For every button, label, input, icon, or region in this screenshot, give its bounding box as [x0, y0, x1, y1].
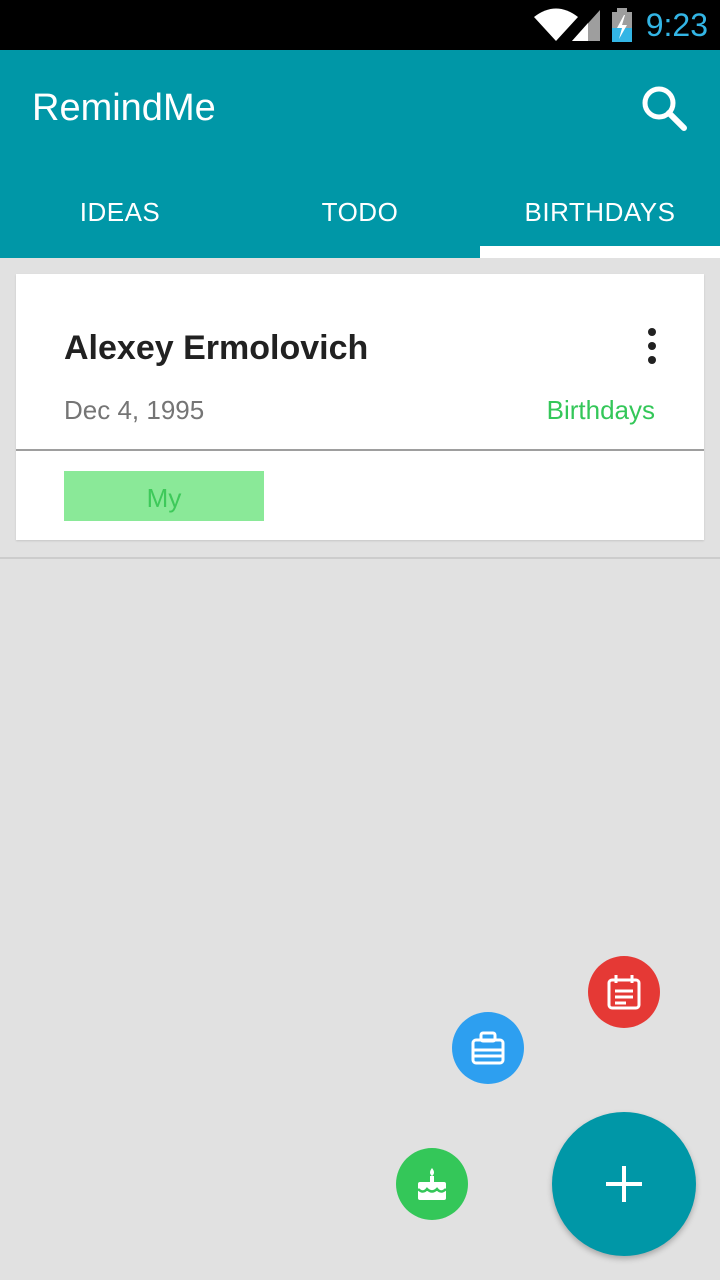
app-bar: RemindMe IDEAS TODO BIRTHDAYS [0, 50, 720, 258]
reminder-card[interactable]: Alexey Ermolovich Dec 4, 1995 Birthdays … [16, 274, 704, 540]
calendar-note-icon [607, 975, 641, 1010]
add-fab-button[interactable] [552, 1112, 696, 1256]
reminder-date: Dec 4, 1995 [64, 395, 205, 425]
card-divider [16, 449, 704, 451]
reminder-category: Birthdays [546, 395, 655, 425]
add-birthday-fab[interactable] [396, 1148, 468, 1220]
add-todo-fab[interactable] [452, 1012, 524, 1084]
search-icon [636, 86, 696, 144]
briefcase-icon [471, 1031, 505, 1065]
reminder-name: Alexey Ermolovich [64, 329, 369, 367]
cake-icon [417, 1168, 447, 1200]
tab-ideas[interactable]: IDEAS [0, 190, 240, 258]
add-reminder-fab[interactable] [588, 956, 660, 1028]
list-divider [0, 557, 720, 559]
search-button[interactable] [636, 80, 696, 140]
status-bar: 9:23 [0, 0, 720, 50]
status-time: 9:23 [645, 7, 708, 43]
cell-signal-icon [570, 8, 602, 47]
more-options-button[interactable] [640, 326, 664, 366]
battery-charging-icon [610, 8, 634, 47]
app-title: RemindMe [32, 87, 216, 129]
tab-selected-indicator [480, 246, 720, 258]
more-vert-icon [640, 328, 664, 370]
plus-icon [606, 1166, 642, 1202]
tab-todo[interactable]: TODO [240, 190, 480, 258]
reminder-tag: My [64, 471, 264, 521]
